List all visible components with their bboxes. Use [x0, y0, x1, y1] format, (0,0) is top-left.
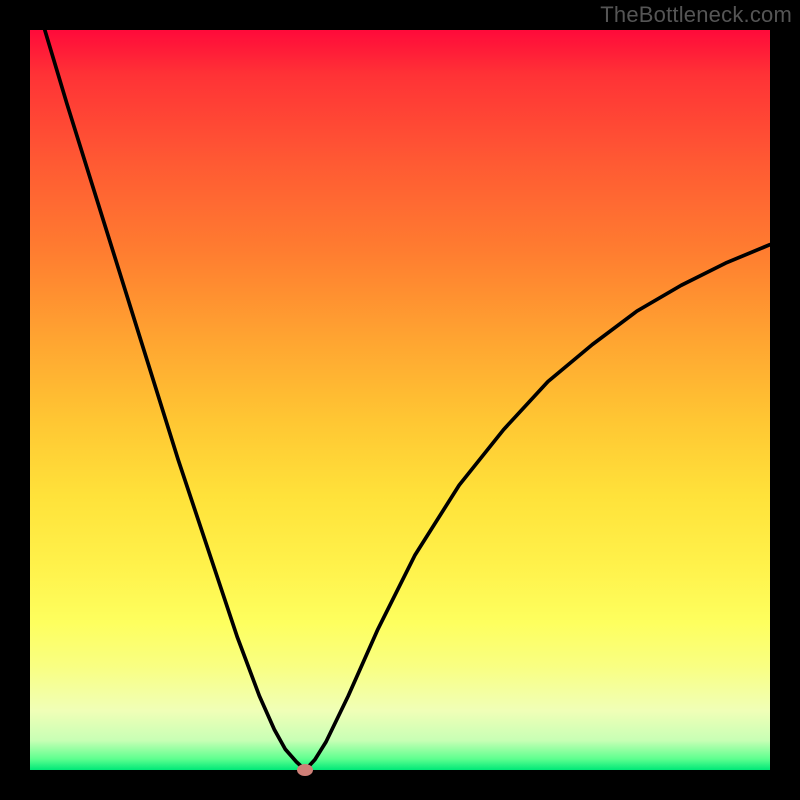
- marker-dot: [297, 764, 313, 776]
- chart-frame: [30, 30, 770, 770]
- chart-curve: [30, 30, 770, 770]
- curve-path: [45, 30, 770, 770]
- watermark-text: TheBottleneck.com: [600, 2, 792, 28]
